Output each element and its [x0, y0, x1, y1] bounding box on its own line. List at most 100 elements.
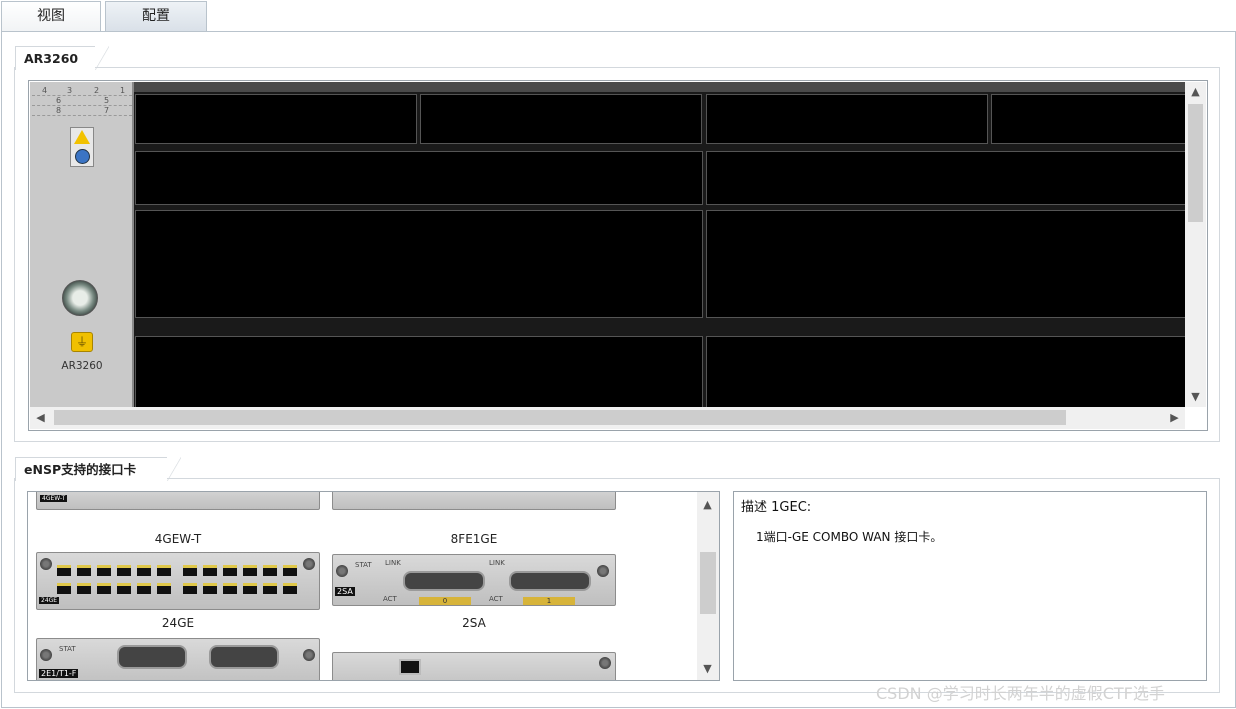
- card-tag: 2SA: [335, 587, 355, 596]
- slot-map-number: 3: [67, 86, 73, 95]
- slot-map: 4 3 2 1 6 5 8 7: [32, 86, 132, 118]
- chassis-slot-4[interactable]: [991, 94, 1185, 144]
- slot-map-number: 7: [104, 106, 110, 115]
- chassis-slot-1[interactable]: [135, 94, 417, 144]
- chassis-slot-3[interactable]: [706, 94, 988, 144]
- slot-map-number: 4: [42, 86, 48, 95]
- scroll-down-arrow-icon[interactable]: ▼: [1187, 388, 1204, 405]
- device-vertical-scrollbar[interactable]: ▲ ▼: [1185, 82, 1206, 407]
- warning-label: [70, 127, 94, 167]
- device-group-title: AR3260: [15, 46, 109, 70]
- rj45-port: [97, 583, 111, 594]
- rj45-port: [283, 565, 297, 576]
- screw-icon: [336, 565, 348, 577]
- rj45-port: [183, 565, 197, 576]
- cards-vertical-scrollbar[interactable]: ▲ ▼: [697, 492, 719, 680]
- card-description-panel: 描述 1GEC: 1端口-GE COMBO WAN 接口卡。: [733, 491, 1207, 681]
- slot-map-number: 8: [56, 106, 62, 115]
- card-name-label: 2SA: [462, 616, 486, 630]
- serial-port: [403, 571, 485, 591]
- device-vertical-scroll-thumb[interactable]: [1188, 104, 1203, 222]
- chassis-slot-5[interactable]: [135, 151, 703, 205]
- rj45-port: [183, 583, 197, 594]
- interface-card-24ge[interactable]: 24GE: [36, 552, 320, 610]
- description-title: 描述 1GEC:: [741, 500, 812, 515]
- chassis-slot-9[interactable]: [135, 336, 703, 407]
- scroll-right-arrow-icon[interactable]: ▶: [1166, 409, 1183, 426]
- rj45-port: [57, 565, 71, 576]
- screw-icon: [597, 565, 609, 577]
- tab-config[interactable]: 配置: [105, 1, 207, 32]
- interface-card-list: 4GEW-T 4GEW-T 8FE1GE 24GE STAT LINK ACT …: [27, 491, 720, 681]
- chassis-slot-6[interactable]: [706, 151, 1185, 205]
- scroll-down-arrow-icon[interactable]: ▼: [699, 660, 716, 677]
- rj45-port: [137, 583, 151, 594]
- chassis-slot-10[interactable]: [706, 336, 1185, 407]
- top-tab-bar: 视图 配置: [0, 0, 1236, 32]
- rj45-port: [77, 583, 91, 594]
- interface-card-8fe1ge-partial[interactable]: [332, 492, 616, 510]
- chassis-slot-2[interactable]: [420, 94, 702, 144]
- device-horizontal-scrollbar[interactable]: ◀ ▶: [30, 407, 1185, 429]
- card-stat-text: STAT: [355, 561, 372, 569]
- description-text: 1端口-GE COMBO WAN 接口卡。: [756, 530, 943, 544]
- rj45-port: [117, 583, 131, 594]
- interface-card-1gec[interactable]: [332, 652, 616, 680]
- screw-icon: [40, 649, 52, 661]
- rj45-port: [97, 565, 111, 576]
- chassis-model-label: AR3260: [61, 360, 103, 372]
- card-name-label: 24GE: [161, 616, 195, 630]
- rj45-port: [77, 565, 91, 576]
- ground-icon: ⏚: [71, 332, 93, 352]
- rj45-port: [157, 565, 171, 576]
- card-tag: 4GEW-T: [40, 495, 68, 502]
- cards-group-title: eNSP支持的接口卡: [15, 457, 181, 481]
- rj45-port: [243, 583, 257, 594]
- rj45-port: [203, 583, 217, 594]
- rj45-port: [57, 583, 71, 594]
- watermark: CSDN @学习时长两年半的虚假CTF选手: [876, 684, 1165, 703]
- cards-vertical-scroll-thumb[interactable]: [700, 552, 716, 614]
- rj45-port: [223, 565, 237, 576]
- rj45-port: [263, 565, 277, 576]
- interface-card-2sa[interactable]: STAT LINK ACT LINK ACT 0 1 2SA: [332, 554, 616, 606]
- serial-port: [117, 645, 187, 669]
- screw-icon: [599, 657, 611, 669]
- card-tag: 24GE: [39, 597, 60, 604]
- device-horizontal-scroll-thumb[interactable]: [54, 410, 1066, 425]
- slot-map-number: 2: [94, 86, 100, 95]
- chassis-slot-7[interactable]: [135, 210, 703, 318]
- rj45-port: [203, 565, 217, 576]
- rj45-port: [157, 583, 171, 594]
- screw-icon: [40, 558, 52, 570]
- rj45-port: [223, 583, 237, 594]
- card-link-text: LINK: [489, 559, 505, 567]
- serial-port: [209, 645, 279, 669]
- rj45-port: [137, 565, 151, 576]
- card-name-label: 8FE1GE: [450, 532, 498, 546]
- rj45-port: [117, 565, 131, 576]
- interface-card-2e1t1-f[interactable]: STAT 2E1/T1-F: [36, 638, 320, 680]
- tab-view[interactable]: 视图: [1, 1, 101, 32]
- rj45-port: [263, 583, 277, 594]
- combo-port: [399, 659, 421, 675]
- router-chassis: 4 3 2 1 6 5 8 7 ⏚ AR3260: [30, 82, 1185, 407]
- screw-icon: [303, 649, 315, 661]
- scroll-left-arrow-icon[interactable]: ◀: [32, 409, 49, 426]
- scroll-up-arrow-icon[interactable]: ▲: [1187, 83, 1204, 100]
- card-tag: 2E1/T1-F: [39, 669, 79, 678]
- port-number-strip: 0: [419, 597, 471, 605]
- slot-map-number: 6: [56, 96, 62, 105]
- rj45-port: [283, 583, 297, 594]
- card-link-text: LINK: [385, 559, 401, 567]
- warning-icon: [74, 130, 90, 144]
- chassis-slot-8[interactable]: [706, 210, 1185, 318]
- esd-icon: [75, 149, 90, 164]
- slot-map-number: 5: [104, 96, 110, 105]
- power-knob: [62, 280, 98, 316]
- interface-card-4gew-t-partial[interactable]: 4GEW-T: [36, 492, 320, 510]
- scroll-up-arrow-icon[interactable]: ▲: [699, 496, 716, 513]
- rj45-port: [243, 565, 257, 576]
- card-act-text: ACT: [383, 595, 397, 603]
- slot-map-number: 1: [120, 86, 126, 95]
